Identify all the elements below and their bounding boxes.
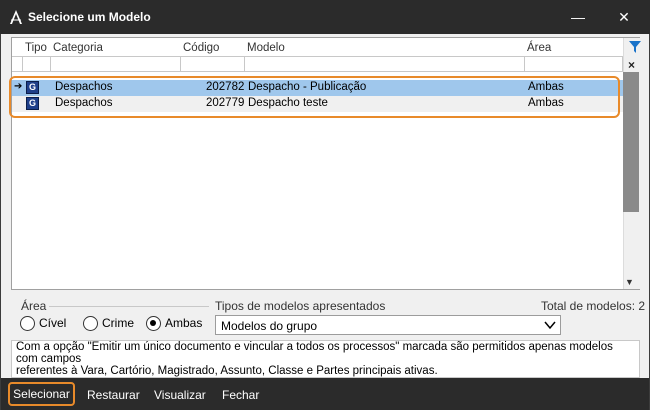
select-button[interactable]: Selecionar bbox=[8, 382, 75, 406]
bottom-toolbar: Selecionar Restaurar Visualizar Fechar bbox=[1, 378, 649, 410]
model-types-selected: Modelos do grupo bbox=[221, 319, 318, 333]
radio-crime-circle[interactable] bbox=[83, 316, 98, 331]
models-grid: Tipo Categoria Código Modelo Área ➔ G De… bbox=[9, 37, 640, 290]
app-logo-icon bbox=[10, 10, 22, 24]
close-dialog-button[interactable]: Fechar bbox=[222, 385, 259, 405]
column-header-codigo[interactable]: Código bbox=[183, 42, 219, 54]
window-title: Selecione um Modelo bbox=[28, 10, 151, 24]
area-group-divider bbox=[49, 306, 209, 307]
filter-funnel-icon[interactable] bbox=[628, 40, 642, 54]
filter-row bbox=[12, 56, 623, 72]
column-header-tipo[interactable]: Tipo bbox=[25, 42, 47, 54]
info-line-1: Com a opção "Emitir um único documento e… bbox=[16, 341, 613, 365]
filter-cell-indicator bbox=[12, 57, 23, 71]
area-legend: Área bbox=[21, 299, 47, 313]
scroll-down-icon[interactable]: ▼ bbox=[625, 277, 634, 287]
radio-civel-circle[interactable] bbox=[20, 316, 35, 331]
model-types-select[interactable]: Modelos do grupo bbox=[215, 315, 561, 335]
filter-cell-modelo[interactable] bbox=[245, 57, 525, 71]
close-button[interactable]: ✕ bbox=[612, 6, 636, 28]
filter-cell-area[interactable] bbox=[525, 57, 623, 71]
column-header-modelo[interactable]: Modelo bbox=[247, 42, 285, 54]
filter-cell-categoria[interactable] bbox=[51, 57, 181, 71]
radio-civel-label: Cível bbox=[39, 316, 67, 330]
restore-button[interactable]: Restaurar bbox=[87, 385, 140, 405]
chevron-down-icon[interactable] bbox=[544, 319, 556, 331]
dialog-body: Tipo Categoria Código Modelo Área ➔ G De… bbox=[0, 34, 650, 410]
radio-crime-label: Crime bbox=[102, 316, 134, 330]
radio-ambas-label: Ambas bbox=[165, 316, 203, 330]
clear-filter-icon[interactable]: × bbox=[628, 58, 635, 72]
view-button[interactable]: Visualizar bbox=[154, 385, 206, 405]
rows-highlight bbox=[9, 76, 620, 118]
title-bar: Selecione um Modelo — ✕ bbox=[0, 0, 650, 34]
filter-cell-codigo[interactable] bbox=[181, 57, 245, 71]
column-header-area[interactable]: Área bbox=[527, 42, 551, 54]
column-header-categoria[interactable]: Categoria bbox=[53, 42, 103, 54]
radio-ambas-circle[interactable] bbox=[146, 316, 161, 331]
scrollbar-thumb[interactable] bbox=[623, 72, 639, 212]
info-message: Com a opção "Emitir um único documento e… bbox=[11, 340, 640, 378]
minimize-button[interactable]: — bbox=[566, 6, 590, 28]
filter-cell-tipo[interactable] bbox=[23, 57, 51, 71]
model-types-label: Tipos de modelos apresentados bbox=[215, 299, 386, 313]
total-models-label: Total de modelos: 2 bbox=[541, 299, 646, 313]
info-line-2: referentes à Vara, Cartório, Magistrado,… bbox=[16, 365, 438, 377]
